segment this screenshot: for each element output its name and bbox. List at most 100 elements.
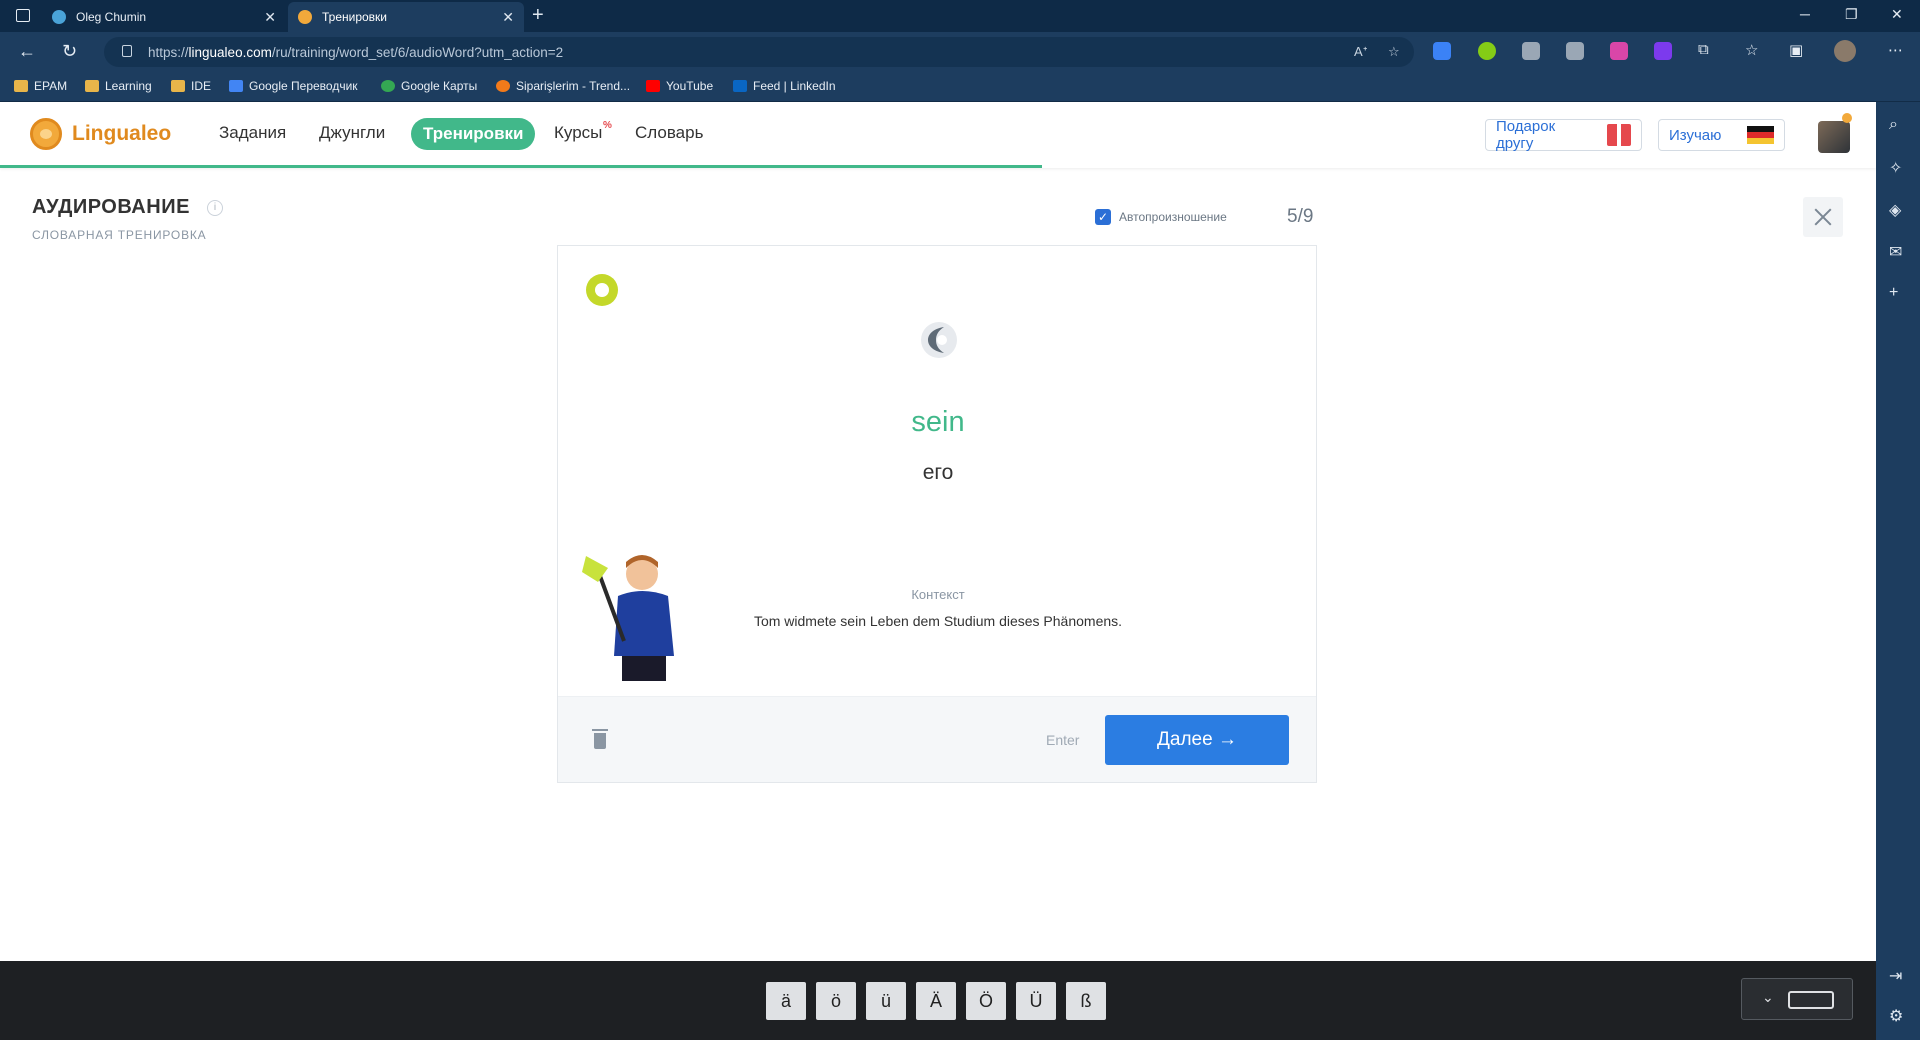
key-a-umlaut[interactable]: ä <box>766 982 806 1020</box>
restore-icon[interactable]: ❐ <box>1845 6 1858 23</box>
close-tab-icon[interactable]: ✕ <box>502 9 514 26</box>
bookmark-label: Google Карты <box>401 79 478 93</box>
bookmark-label: YouTube <box>666 79 714 93</box>
back-arrow-icon[interactable]: ← <box>18 41 36 62</box>
more-menu-icon[interactable]: ⋯ <box>1888 41 1903 59</box>
keyboard-toggle-button[interactable]: ⌄ <box>1741 978 1853 1020</box>
extension-gray-icon[interactable] <box>1522 42 1540 60</box>
profile-avatar-icon[interactable] <box>1834 40 1856 62</box>
user-avatar[interactable] <box>1818 121 1850 153</box>
close-tab-icon[interactable]: ✕ <box>264 9 276 26</box>
extension-translate-icon[interactable] <box>1433 42 1451 60</box>
extension-green-icon[interactable] <box>1478 42 1496 60</box>
games-icon[interactable]: ◈ <box>1889 200 1901 220</box>
page-title: АУДИРОВАНИЕ <box>32 196 190 218</box>
extensions-puzzle-icon[interactable]: ⧉ <box>1698 41 1709 58</box>
read-aloud-icon[interactable]: Aᐩ <box>1354 44 1368 60</box>
learning-button-label: Изучаю <box>1669 126 1722 144</box>
nav-courses[interactable]: Курсы <box>554 123 602 143</box>
search-icon[interactable]: ⌕ <box>1889 116 1898 134</box>
next-button[interactable]: Далее → <box>1105 715 1289 765</box>
browser-tab-bar: Oleg Chumin ✕ Тренировки ✕ + ─ ❐ ✕ <box>0 0 1920 32</box>
bookmark-label: IDE <box>191 79 212 93</box>
tab-title: Тренировки <box>322 10 388 24</box>
folder-icon <box>14 80 28 92</box>
lingualeo-logo[interactable]: Lingualeo <box>30 118 171 150</box>
auto-pronounce-label[interactable]: Автопроизношение <box>1119 210 1227 224</box>
gift-friend-button[interactable]: Подарок другу <box>1485 118 1642 152</box>
browser-tab-trainings[interactable]: Тренировки ✕ <box>288 2 524 32</box>
folder-icon <box>85 80 99 92</box>
bookmark-label: EPAM <box>34 79 68 93</box>
extension-pink-icon[interactable] <box>1610 42 1628 60</box>
key-eszett[interactable]: ß <box>1066 982 1106 1020</box>
trash-icon[interactable] <box>592 729 608 749</box>
key-u-umlaut[interactable]: ü <box>866 982 906 1020</box>
lock-icon <box>122 45 132 57</box>
auto-pronounce-checkbox[interactable]: ✓ <box>1095 209 1111 225</box>
bookmark-label: Feed | LinkedIn <box>753 79 836 93</box>
speaker-icon[interactable] <box>920 321 958 359</box>
keyboard-icon <box>1788 991 1834 1009</box>
add-icon[interactable]: + <box>1889 284 1898 302</box>
bookmark-label: Google Переводчик <box>249 79 358 93</box>
logo-text: Lingualeo <box>72 122 172 145</box>
close-training-button[interactable] <box>1803 197 1843 237</box>
linkedin-icon <box>733 80 747 92</box>
key-capital-u-umlaut[interactable]: Ü <box>1016 982 1056 1020</box>
close-window-icon[interactable]: ✕ <box>1891 6 1903 23</box>
new-tab-icon[interactable]: + <box>532 4 544 27</box>
bookmark-ide[interactable]: IDE <box>171 79 211 93</box>
collections-icon[interactable]: ▣ <box>1789 41 1803 59</box>
learning-language-button[interactable]: Изучаю <box>1658 119 1785 151</box>
trendyol-icon <box>496 80 510 92</box>
url-path: /ru/training/word_set/6/audioWord?utm_ac… <box>271 44 564 60</box>
bookmark-youtube[interactable]: YouTube <box>646 79 713 93</box>
url-field[interactable]: https://lingualeo.com/ru/training/word_s… <box>104 37 1414 67</box>
outlook-icon[interactable]: ✉ <box>1889 242 1902 262</box>
bookmark-learning[interactable]: Learning <box>85 79 152 93</box>
bookmark-trendyol[interactable]: Siparişlerim - Trend... <box>496 79 630 93</box>
bookmark-google-translate[interactable]: Google Переводчик <box>229 79 358 93</box>
settings-gear-icon[interactable]: ⚙ <box>1889 1006 1903 1026</box>
extension-chart-icon[interactable] <box>1566 42 1584 60</box>
url-host: lingualeo.com <box>188 44 272 60</box>
extension-purple-icon[interactable] <box>1654 42 1672 60</box>
context-label: Контекст <box>911 587 965 602</box>
bookmark-epam[interactable]: EPAM <box>14 79 67 93</box>
lingualeo-favicon-icon <box>298 10 312 24</box>
browser-tab-oleg[interactable]: Oleg Chumin ✕ <box>42 2 286 32</box>
context-sentence: Tom widmete sein Leben dem Studium diese… <box>753 613 1123 629</box>
bookmarks-bar: EPAM Learning IDE Google Переводчик Goog… <box>0 72 1920 102</box>
nav-tasks[interactable]: Задания <box>219 123 286 143</box>
google-maps-icon <box>381 80 395 92</box>
bookmark-label: Siparişlerim - Trend... <box>516 79 631 93</box>
page-subtitle: СЛОВАРНАЯ ТРЕНИРОВКА <box>32 228 207 242</box>
lion-logo-icon <box>30 118 62 150</box>
favorites-icon[interactable]: ☆ <box>1745 41 1758 59</box>
reload-icon[interactable]: ↻ <box>62 41 77 62</box>
paw-icon[interactable] <box>586 274 618 306</box>
info-icon[interactable]: i <box>207 200 223 216</box>
minimize-icon[interactable]: ─ <box>1800 6 1810 22</box>
key-o-umlaut[interactable]: ö <box>816 982 856 1020</box>
key-capital-a-umlaut[interactable]: Ä <box>916 982 956 1020</box>
sidebar-toggle-icon[interactable] <box>16 9 30 22</box>
enter-hint: Enter <box>1046 732 1080 748</box>
favorite-star-icon[interactable]: ☆ <box>1388 44 1400 60</box>
card-footer: Enter Далее → <box>558 696 1316 782</box>
courses-discount-badge: % <box>603 120 612 131</box>
copilot-icon[interactable]: ✧ <box>1889 158 1902 178</box>
bookmark-label: Learning <box>105 79 152 93</box>
bookmark-google-maps[interactable]: Google Карты <box>381 79 477 93</box>
nav-jungle[interactable]: Джунгли <box>319 123 385 143</box>
bookmark-linkedin[interactable]: Feed | LinkedIn <box>733 79 836 93</box>
key-capital-o-umlaut[interactable]: Ö <box>966 982 1006 1020</box>
nav-trainings[interactable]: Тренировки <box>411 118 536 150</box>
gift-icon <box>1607 124 1631 146</box>
nav-dictionary[interactable]: Словарь <box>635 123 703 143</box>
hide-sidebar-icon[interactable]: ⇥ <box>1889 966 1902 986</box>
youtube-icon <box>646 80 660 92</box>
tab-title: Oleg Chumin <box>76 10 147 24</box>
address-bar-row: ← ↻ https://lingualeo.com/ru/training/wo… <box>0 32 1920 72</box>
